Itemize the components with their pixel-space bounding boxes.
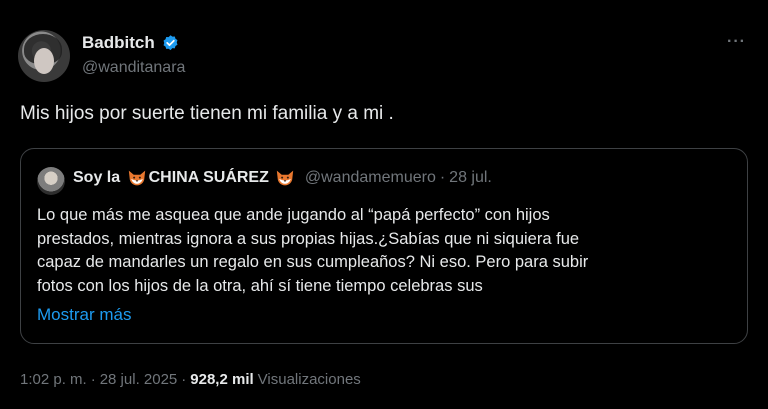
author-avatar[interactable] (18, 30, 70, 82)
quoted-handle: @wandamemuero (304, 169, 436, 186)
quoted-tweet[interactable]: Soy la CHINA SUÁREZ @wandamemuero · 28 j… (20, 148, 748, 344)
author-name-row: Badbitch (82, 33, 180, 53)
author-handle[interactable]: @wanditanara (82, 59, 185, 77)
tweet-text: Mis hijos por suerte tienen mi familia y… (20, 103, 394, 124)
more-options-icon[interactable]: ··· (727, 33, 746, 51)
quoted-line: fotos con los hijos de la otra, ahí sí t… (37, 276, 483, 295)
verified-badge-icon (163, 34, 178, 50)
quoted-date: 28 jul. (449, 169, 492, 186)
quoted-line: capaz de mandarles un regalo en sus cump… (37, 253, 589, 271)
views-count: 928,2 mil (190, 371, 254, 388)
meta-separator: · (181, 371, 187, 388)
quoted-name-prefix: Soy la (73, 169, 125, 186)
fox-emoji-icon (128, 170, 145, 186)
views-label: Visualizaciones (257, 371, 361, 388)
quoted-header: Soy la CHINA SUÁREZ @wandamemuero · 28 j… (73, 169, 492, 187)
tweet-time[interactable]: 1:02 p. m. (20, 371, 87, 388)
quoted-line: Lo que más me asquea que ande jugando al… (37, 206, 550, 224)
show-more-link[interactable]: Mostrar más (37, 305, 131, 325)
quoted-separator: · (439, 169, 446, 186)
fox-emoji-icon-2 (276, 170, 294, 186)
tweet-meta: 1:02 p. m. · 28 jul. 2025 · 928,2 mil Vi… (20, 371, 361, 388)
tweet-date[interactable]: 28 jul. 2025 (100, 371, 178, 388)
quoted-body: Lo que más me asquea que ande jugando al… (37, 204, 727, 298)
meta-separator: · (90, 371, 96, 388)
avatar-face (34, 48, 54, 74)
quoted-author-avatar (37, 167, 65, 195)
author-display-name[interactable]: Badbitch (82, 33, 155, 53)
quoted-name-main: CHINA SUÁREZ (148, 169, 269, 186)
quoted-author-name: Soy la CHINA SUÁREZ (73, 169, 295, 187)
quoted-line: prestados, mientras ignora a sus propias… (37, 229, 580, 248)
